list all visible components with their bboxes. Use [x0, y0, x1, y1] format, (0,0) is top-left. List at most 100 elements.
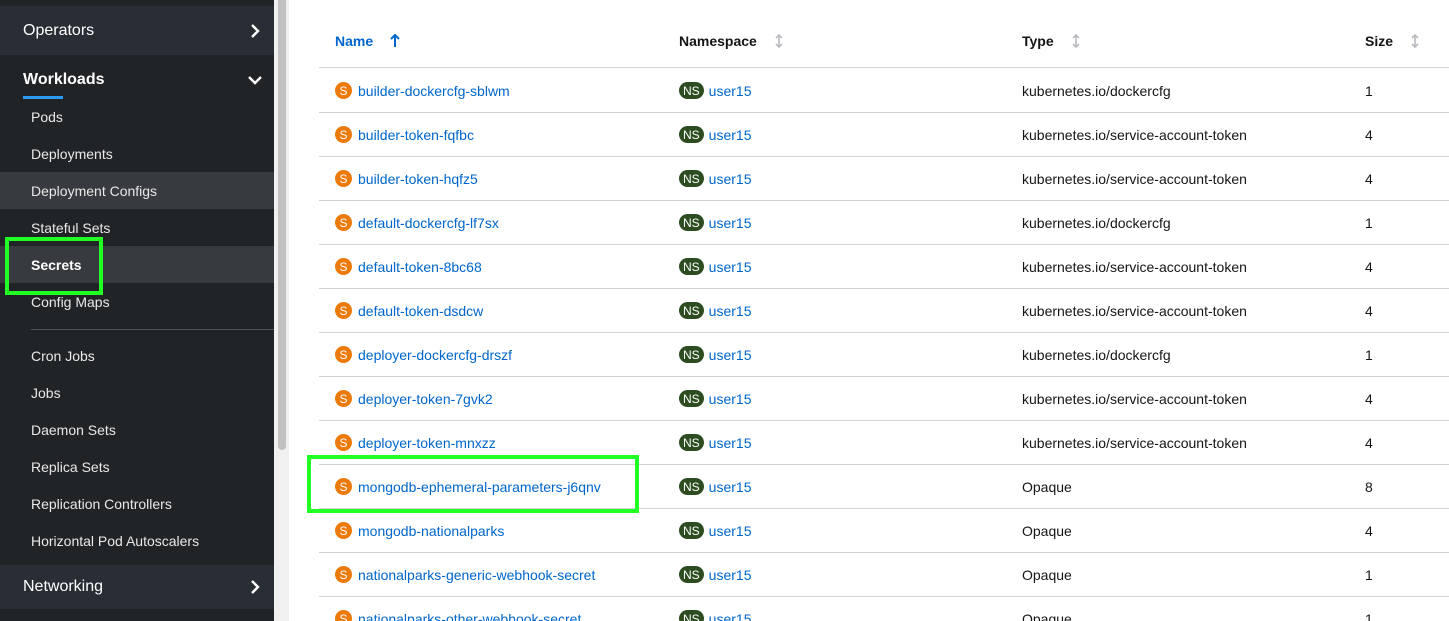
- secret-name-link[interactable]: mongodb-nationalparks: [358, 523, 504, 539]
- cell-namespace: NS user15: [679, 509, 751, 552]
- sidebar-item-label: Daemon Sets: [31, 421, 116, 438]
- cell-namespace: NS user15: [679, 289, 751, 332]
- secret-badge: S: [335, 522, 352, 539]
- sidebar-item-label: Stateful Sets: [31, 219, 111, 236]
- namespace-link[interactable]: user15: [709, 391, 752, 407]
- cell-namespace: NS user15: [679, 333, 751, 376]
- namespace-link[interactable]: user15: [709, 347, 752, 363]
- namespace-link[interactable]: user15: [709, 259, 752, 275]
- table-row: Smongodb-ephemeral-parameters-j6qnv NS use…: [319, 465, 1449, 509]
- cell-size: 1: [1365, 346, 1373, 363]
- namespace-link[interactable]: user15: [709, 479, 752, 495]
- cell-namespace: NS user15: [679, 157, 751, 200]
- cell-type: kubernetes.io/dockercfg: [1022, 346, 1171, 363]
- secret-name-link[interactable]: deployer-token-7gvk2: [358, 391, 493, 407]
- secret-badge: S: [335, 390, 352, 407]
- sidebar-scrollbar[interactable]: [274, 0, 289, 621]
- sidebar-item-deployment-configs[interactable]: Deployment Configs: [0, 172, 274, 209]
- namespace-badge: NS: [679, 522, 704, 539]
- secret-name-link[interactable]: mongodb-ephemeral-parameters-j6qnv: [358, 479, 601, 495]
- secret-name-link[interactable]: builder-dockercfg-sblwm: [358, 83, 510, 99]
- cell-name: Sdeployer-token-7gvk2: [335, 377, 493, 420]
- cell-type: kubernetes.io/dockercfg: [1022, 82, 1171, 99]
- sidebar-item-secrets[interactable]: Secrets: [0, 246, 274, 283]
- nav-section-networking[interactable]: Networking: [0, 565, 274, 609]
- sort-icon: [773, 34, 785, 48]
- column-header-namespace[interactable]: Namespace: [679, 33, 785, 49]
- chevron-down-icon: [248, 73, 262, 87]
- namespace-link[interactable]: user15: [709, 303, 752, 319]
- namespace-badge: NS: [679, 170, 704, 187]
- sidebar-item-daemon-sets[interactable]: Daemon Sets: [0, 411, 274, 448]
- namespace-badge: NS: [679, 610, 704, 621]
- secret-name-link[interactable]: default-dockercfg-lf7sx: [358, 215, 499, 231]
- table-row: Sdefault-dockercfg-lf7sx NS user15 kubernet…: [319, 201, 1449, 245]
- sidebar-item-deployments[interactable]: Deployments: [0, 135, 274, 172]
- table-row: Sbuilder-token-hqfz5 NS user15 kubernetes.i…: [319, 157, 1449, 201]
- sidebar-item-label: Deployments: [31, 145, 113, 162]
- secret-badge: S: [335, 478, 352, 495]
- sidebar-item-config-maps[interactable]: Config Maps: [0, 283, 274, 320]
- secret-name-link[interactable]: default-token-8bc68: [358, 259, 482, 275]
- secret-badge: S: [335, 610, 352, 621]
- namespace-link[interactable]: user15: [709, 83, 752, 99]
- namespace-link[interactable]: user15: [709, 215, 752, 231]
- column-header-label: Type: [1022, 33, 1054, 49]
- namespace-link[interactable]: user15: [709, 171, 752, 187]
- namespace-link[interactable]: user15: [709, 567, 752, 583]
- nav-section-label: Networking: [23, 578, 104, 595]
- sidebar-item-label: Deployment Configs: [31, 182, 158, 199]
- namespace-link[interactable]: user15: [709, 611, 752, 621]
- column-header-name[interactable]: Name: [335, 33, 401, 49]
- cell-name: Smongodb-ephemeral-parameters-j6qnv: [335, 465, 601, 508]
- secret-name-link[interactable]: builder-token-hqfz5: [358, 171, 478, 187]
- cell-name: Sdefault-dockercfg-lf7sx: [335, 201, 499, 244]
- cell-size: 4: [1365, 434, 1373, 451]
- sidebar-item-cron-jobs[interactable]: Cron Jobs: [0, 337, 274, 374]
- secret-badge: S: [335, 434, 352, 451]
- sidebar-item-replica-sets[interactable]: Replica Sets: [0, 448, 274, 485]
- cell-size: 4: [1365, 390, 1373, 407]
- sidebar-item-jobs[interactable]: Jobs: [0, 374, 274, 411]
- secret-name-link[interactable]: deployer-dockercfg-drszf: [358, 347, 512, 363]
- cell-name: Snationalparks-generic-webhook-secret: [335, 553, 595, 596]
- main-content: Name Namespace Type Size S builder-docke…: [289, 0, 1449, 621]
- secret-name-link[interactable]: default-token-dsdcw: [358, 303, 483, 319]
- cell-type: Opaque: [1022, 610, 1072, 621]
- namespace-badge: NS: [679, 214, 704, 231]
- column-header-size[interactable]: Size: [1365, 33, 1421, 49]
- cell-name: Sdeployer-dockercfg-drszf: [335, 333, 512, 376]
- sidebar-item-horizontal-pod-autoscalers[interactable]: Horizontal Pod Autoscalers: [0, 522, 274, 559]
- sidebar-item-stateful-sets[interactable]: Stateful Sets: [0, 209, 274, 246]
- cell-size: 4: [1365, 302, 1373, 319]
- secret-badge: S: [335, 346, 352, 363]
- cell-type: kubernetes.io/dockercfg: [1022, 214, 1171, 231]
- column-header-type[interactable]: Type: [1022, 33, 1082, 49]
- namespace-badge: NS: [679, 258, 704, 275]
- sidebar-item-pods[interactable]: Pods: [0, 98, 274, 135]
- secret-name-link[interactable]: nationalparks-other-webhook-secret: [358, 611, 581, 621]
- namespace-badge: NS: [679, 478, 704, 495]
- sidebar-item-replication-controllers[interactable]: Replication Controllers: [0, 485, 274, 522]
- secret-badge: S: [335, 126, 352, 143]
- secret-name-link[interactable]: nationalparks-generic-webhook-secret: [358, 567, 595, 583]
- chevron-right-icon: [248, 580, 262, 594]
- secret-name-link[interactable]: builder-token-fqfbc: [358, 127, 474, 143]
- sidebar-item-label: Secrets: [31, 256, 82, 273]
- cell-namespace: NS user15: [679, 201, 751, 244]
- namespace-link[interactable]: user15: [709, 127, 752, 143]
- cell-type: Opaque: [1022, 478, 1072, 495]
- sidebar-item-label: Replication Controllers: [31, 495, 172, 512]
- nav-section-operators[interactable]: Operators: [0, 6, 274, 55]
- scrollbar-thumb[interactable]: [278, 0, 286, 450]
- cell-size: 8: [1365, 478, 1373, 495]
- cell-type: kubernetes.io/service-account-token: [1022, 390, 1247, 407]
- namespace-link[interactable]: user15: [709, 435, 752, 451]
- namespace-link[interactable]: user15: [709, 523, 752, 539]
- table-row: Sdeployer-token-mnxzz NS user15 kubernetes.…: [319, 421, 1449, 465]
- cell-name: Sdefault-token-8bc68: [335, 245, 482, 288]
- nav-section-label: Workloads: [23, 70, 105, 88]
- secret-name-link[interactable]: deployer-token-mnxzz: [358, 435, 496, 451]
- sidebar-item-label: Pods: [31, 108, 63, 125]
- cell-namespace: NS user15: [679, 465, 751, 508]
